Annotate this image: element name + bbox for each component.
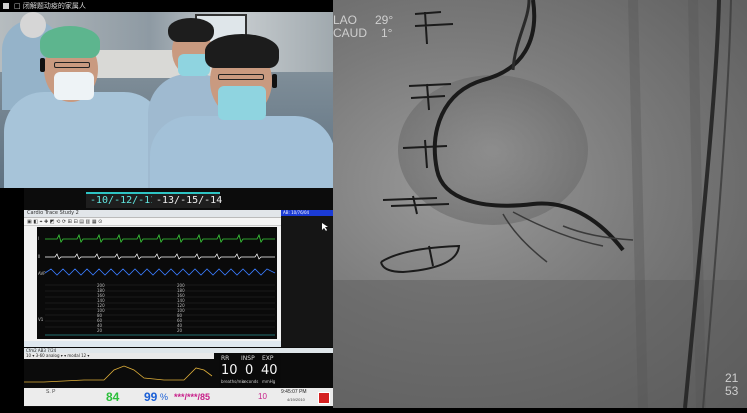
pressure-chip-2: -13/-15/-14 xyxy=(152,192,222,208)
exp-unit: mmHg xyxy=(262,379,276,384)
exp-label: EXP xyxy=(262,355,274,362)
side-panel: AB: 10/76/04 xyxy=(281,210,333,347)
trace-statusbar xyxy=(24,341,281,347)
ecg-trace-2 xyxy=(45,253,275,260)
hr-value: 84 xyxy=(106,390,120,404)
trace-window-titlebar: Cardio Trace Study 2 xyxy=(24,210,281,218)
lower-controls[interactable]: 10 ▾ 3-60 analog ▾ ▾ modal 12 ▾ xyxy=(24,353,214,359)
bp-value: ***/***/85 xyxy=(174,392,211,402)
camera-feed xyxy=(0,12,333,188)
lao-angle: 29° xyxy=(375,13,394,27)
rr-label: RR xyxy=(221,355,230,362)
title-bar: □ 闭解题动疫的家属人 xyxy=(0,0,333,12)
caud-label: CAUD xyxy=(333,26,368,40)
trace-window-title: Cardio Trace Study 2 xyxy=(27,210,79,216)
bottom-strip xyxy=(0,408,747,413)
scale-column-right: 200 180 160 140 120 100 80 60 40 20 xyxy=(177,283,185,333)
scale-column-left: 200 180 160 140 120 100 80 60 40 20 xyxy=(97,283,105,333)
resp-panel: RR 10 breaths/min INSP 0 seconds EXP 40 … xyxy=(219,354,281,387)
ecg-trace xyxy=(45,233,275,243)
vitals-bar: S. P 84 99 % ***/***/85 10 9:45:07 PM 4/… xyxy=(24,388,333,406)
lower-monitor: Cfm2 AB3 7/24 10 ▾ 3-60 analog ▾ ▾ modal… xyxy=(24,348,333,406)
pressure-waveform xyxy=(24,365,213,383)
trace-toolbar[interactable]: ▣ ◧ ⌖ ✚ ◩ ⟲ ⟳ ⊞ ⊟ ▤ ▥ ▦ ⊙ xyxy=(24,218,281,226)
angiogram-view: LAO 29° CAUD 1° 21 53 xyxy=(333,0,747,408)
alarm-icon[interactable] xyxy=(318,392,330,404)
rr-value: 10 xyxy=(221,363,238,378)
spo2-unit: % xyxy=(160,392,169,402)
pressure-readouts: -10/-12/-11 -13/-15/-14 xyxy=(24,192,333,208)
side-panel-header: AB: 10/76/04 xyxy=(281,210,333,216)
hemodynamic-monitor: -10/-12/-11 -13/-15/-14 Cardio Trace Stu… xyxy=(24,188,333,407)
trace-window: Cardio Trace Study 2 ▣ ◧ ⌖ ✚ ◩ ⟲ ⟳ ⊞ ⊟ ▤… xyxy=(24,210,281,347)
frame-number-bottom: 53 xyxy=(725,384,739,398)
window-title: □ 闭解题动疫的家属人 xyxy=(14,2,86,10)
lao-label: LAO xyxy=(333,13,358,27)
scale-gridlines xyxy=(45,284,275,328)
pressure-chip-1: -10/-12/-11 xyxy=(86,192,156,208)
angiogram-svg xyxy=(333,0,747,408)
insp-value: 0 xyxy=(245,363,254,378)
frame-number-top: 21 xyxy=(725,371,739,385)
clock-date: 4/19/2010 xyxy=(287,397,305,402)
resp-trace xyxy=(44,268,276,276)
caud-angle: 1° xyxy=(381,26,393,40)
insp-unit: seconds xyxy=(242,379,259,384)
insp-label: INSP xyxy=(241,355,255,362)
waveform-area: I II AVF V1 200 180 160 140 120 100 80 6… xyxy=(37,227,277,339)
cursor-icon xyxy=(322,223,328,231)
waveform-svg xyxy=(44,233,276,336)
pressure-wave-svg xyxy=(24,365,213,383)
camera-icon xyxy=(3,3,9,9)
spo2-value: 99 xyxy=(144,390,158,404)
rr-small-value: 10 xyxy=(258,392,267,401)
sp-label: S. P xyxy=(46,389,56,395)
exp-value: 40 xyxy=(261,363,278,378)
clock-time: 9:45:07 PM xyxy=(281,389,307,395)
